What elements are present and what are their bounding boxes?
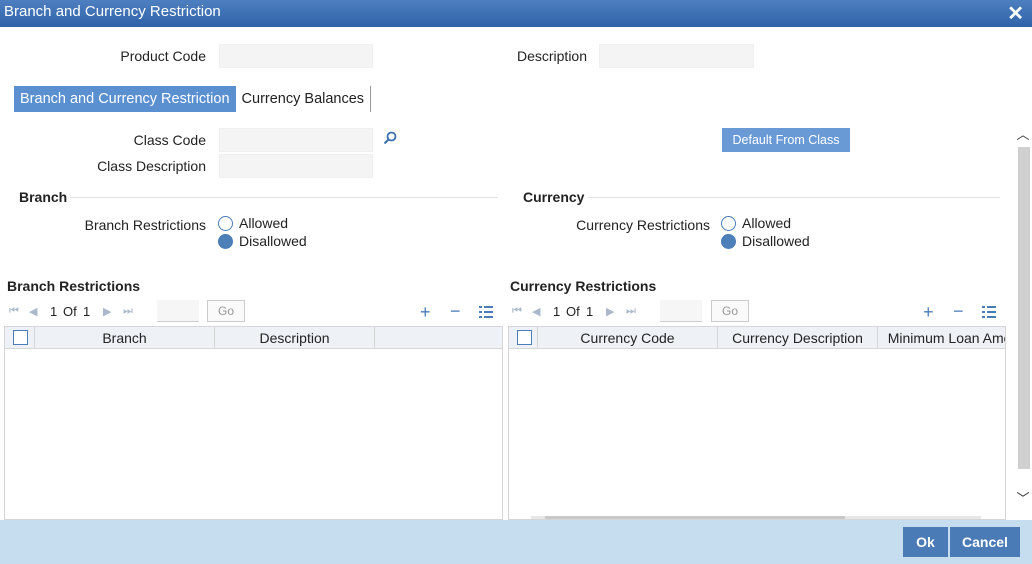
single-view-icon[interactable] — [479, 305, 493, 322]
branch-allowed-radio[interactable] — [218, 216, 233, 231]
currency-disallowed-radio[interactable] — [721, 234, 736, 249]
scroll-up-icon[interactable]: ︿ — [1016, 124, 1030, 143]
prev-page-icon[interactable]: ◀ — [532, 305, 540, 318]
currency-page-input[interactable] — [660, 300, 702, 322]
currency-go-button[interactable]: Go — [711, 300, 749, 322]
currency-restrictions-label: Currency Restrictions — [576, 217, 710, 233]
branch-disallowed-radio[interactable] — [218, 234, 233, 249]
branch-description-column-header[interactable]: Description — [215, 327, 375, 349]
currency-page-current: 1 — [553, 304, 561, 319]
branch-go-button[interactable]: Go — [207, 300, 245, 322]
last-page-icon[interactable]: ⏭ — [626, 305, 636, 318]
branch-page-total: 1 — [83, 304, 91, 319]
branch-restrictions-label: Branch Restrictions — [84, 217, 206, 233]
currency-allowed-label: Allowed — [742, 215, 792, 231]
currency-code-column-header[interactable]: Currency Code — [538, 327, 718, 349]
branch-grid-title: Branch Restrictions — [7, 278, 141, 294]
branch-page-of: Of — [63, 304, 77, 319]
branch-section-divider — [70, 197, 498, 198]
add-row-icon[interactable]: + — [923, 302, 934, 322]
branch-grid: Branch Description — [4, 326, 503, 520]
ok-button[interactable]: Ok — [903, 527, 948, 557]
tab-strip: Branch and Currency Restriction Currency… — [14, 86, 372, 112]
branch-grid-header: Branch Description — [5, 327, 502, 349]
branch-select-all-cell — [5, 327, 35, 349]
currency-page-of: Of — [566, 304, 580, 319]
dialog-footer: Ok Cancel — [0, 520, 1032, 564]
scroll-down-icon[interactable]: ﹀ — [1016, 488, 1030, 507]
branch-grid-toolbar: ⏮ ◀ 1 Of 1 ▶ ⏭ Go + − — [4, 299, 502, 325]
currency-grid-header: Currency Code Currency Description Minim… — [509, 327, 1005, 349]
currency-select-all-checkbox[interactable] — [517, 330, 532, 345]
branch-page-input[interactable] — [157, 300, 199, 322]
first-page-icon[interactable]: ⏮ — [512, 305, 522, 318]
cancel-button[interactable]: Cancel — [950, 527, 1020, 557]
branch-select-all-checkbox[interactable] — [13, 330, 28, 345]
single-view-icon[interactable] — [982, 305, 996, 322]
class-description-label: Class Description — [97, 158, 206, 174]
class-code-label: Class Code — [133, 132, 206, 148]
currency-grid-title: Currency Restrictions — [510, 278, 657, 294]
next-page-icon[interactable]: ▶ — [606, 305, 614, 318]
description-field[interactable] — [599, 44, 754, 68]
currency-allowed-radio[interactable] — [721, 216, 736, 231]
currency-section-divider — [588, 197, 1000, 198]
page-vscroll-thumb[interactable] — [1018, 147, 1030, 469]
window-title: Branch and Currency Restriction — [4, 3, 221, 20]
delete-row-icon[interactable]: − — [953, 301, 964, 321]
currency-page-total: 1 — [586, 304, 594, 319]
branch-page-current: 1 — [50, 304, 58, 319]
currency-select-all-cell — [509, 327, 538, 349]
last-page-icon[interactable]: ⏭ — [123, 305, 133, 318]
product-code-label: Product Code — [120, 48, 206, 64]
first-page-icon[interactable]: ⏮ — [9, 305, 19, 318]
page-vscrollbar[interactable]: ︿ ﹀ — [1016, 112, 1030, 518]
currency-grid: Currency Code Currency Description Minim… — [508, 326, 1006, 520]
title-bar: Branch and Currency Restriction ✕ — [0, 0, 1032, 27]
tab-branch-currency-restriction[interactable]: Branch and Currency Restriction — [14, 86, 236, 112]
currency-section-title: Currency — [523, 189, 585, 205]
default-from-class-button[interactable]: Default From Class — [722, 128, 850, 152]
prev-page-icon[interactable]: ◀ — [29, 305, 37, 318]
delete-row-icon[interactable]: − — [450, 301, 461, 321]
close-icon[interactable]: ✕ — [1007, 1, 1024, 26]
branch-allowed-label: Allowed — [239, 215, 289, 231]
product-code-field[interactable] — [219, 44, 373, 68]
tab-currency-balances[interactable]: Currency Balances — [236, 86, 372, 112]
next-page-icon[interactable]: ▶ — [103, 305, 111, 318]
add-row-icon[interactable]: + — [420, 302, 431, 322]
description-label: Description — [516, 48, 587, 64]
currency-description-column-header[interactable]: Currency Description — [718, 327, 878, 349]
currency-grid-toolbar: ⏮ ◀ 1 Of 1 ▶ ⏭ Go + − — [507, 299, 1006, 325]
class-code-field[interactable] — [219, 128, 373, 152]
branch-section-title: Branch — [19, 189, 68, 205]
branch-disallowed-label: Disallowed — [239, 233, 307, 249]
branch-column-header[interactable]: Branch — [35, 327, 215, 349]
currency-disallowed-label: Disallowed — [742, 233, 810, 249]
search-icon[interactable] — [382, 130, 398, 146]
class-description-field[interactable] — [219, 154, 373, 178]
branch-empty-column — [375, 327, 502, 349]
minimum-loan-amount-column-header[interactable]: Minimum Loan Amou — [878, 327, 1005, 349]
